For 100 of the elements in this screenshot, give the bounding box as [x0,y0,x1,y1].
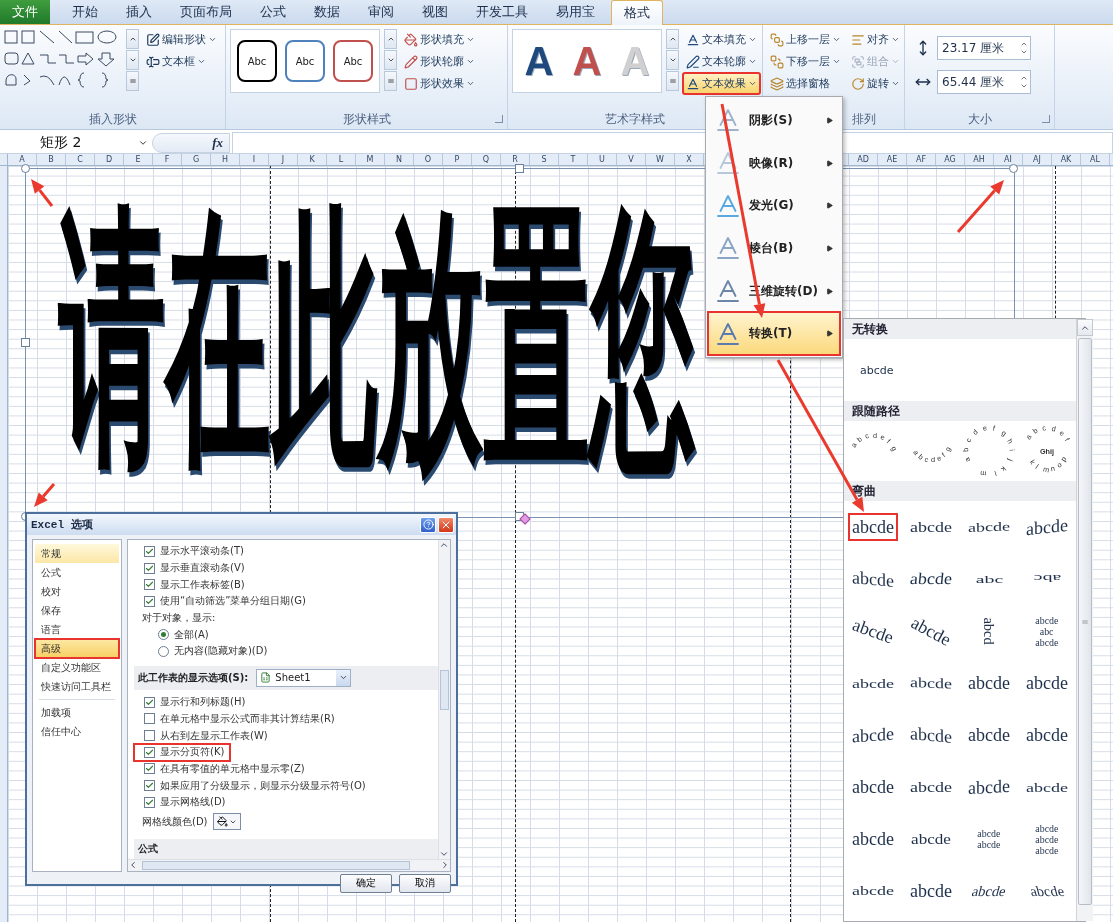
menu-item[interactable]: 转换(T) [708,312,840,356]
transform-option[interactable]: abcde [965,774,1013,800]
category-item[interactable]: 自定义功能区 [35,658,119,677]
shape-style-swatch[interactable]: Abc [333,40,373,82]
arrange-button[interactable]: 下移一层 [767,51,844,72]
transform-option[interactable]: abcde abcde abcde [1031,818,1063,860]
category-item[interactable]: 加载项 [35,703,119,722]
transform-option[interactable]: abcd [969,618,1009,644]
ribbon-tab[interactable]: 审阅 [356,0,406,24]
text-box-button[interactable]: 文本框 [143,51,220,72]
width-field[interactable]: 65.44 厘米 [937,70,1031,94]
transform-option[interactable]: abcde [849,670,897,696]
shape-style-swatch[interactable]: Abc [285,40,325,82]
scrollbar-thumb[interactable] [440,670,449,710]
checkbox[interactable] [144,796,155,808]
transform-option[interactable]: abcde [849,514,897,540]
menu-item[interactable]: 发光(G) [708,184,840,227]
checkbox[interactable] [144,746,155,758]
shape-format-button[interactable]: 形状填充 [401,29,478,50]
transform-option[interactable]: abcde [849,566,897,592]
category-item[interactable]: 公式 [35,563,119,582]
name-box[interactable]: 矩形 2 [0,132,152,153]
resize-handle[interactable] [515,164,524,173]
checkbox[interactable] [144,545,155,557]
gallery-more-button[interactable] [666,71,679,91]
transform-option[interactable]: abcde [856,361,898,379]
radio-button[interactable] [158,629,169,641]
cancel-button[interactable]: 取消 [399,873,451,893]
checkbox[interactable] [144,579,155,591]
ribbon-tab[interactable]: 公式 [248,0,298,24]
ribbon-tab[interactable]: 页面布局 [168,0,244,24]
radio-button[interactable] [158,645,169,657]
ribbon-tab[interactable]: 视图 [410,0,460,24]
scrollbar[interactable] [438,540,450,859]
checkbox[interactable] [144,730,155,742]
category-item[interactable]: 信任中心 [35,722,119,741]
resize-handle[interactable] [21,338,30,347]
category-item[interactable]: 保存 [35,601,119,620]
transform-option[interactable]: abcde [849,878,897,904]
menu-item[interactable]: 阴影(S) [708,99,840,142]
arrange-button[interactable]: 旋转 [848,73,903,94]
transform-option[interactable]: abcde [965,514,1013,540]
transform-option[interactable]: abcde [907,618,955,644]
transform-option[interactable]: abcde [965,878,1013,904]
shape-format-button[interactable]: 形状轮廓 [401,51,478,72]
transform-option[interactable]: abcde [1023,670,1071,696]
edit-shape-button[interactable]: 编辑形状 [143,29,220,50]
ribbon-tab[interactable]: 插入 [114,0,164,24]
transform-option[interactable]: abcde [907,826,955,852]
arrange-button[interactable]: 上移一层 [767,29,844,50]
text-format-button[interactable]: 文本填充 [683,29,760,50]
scrollbar-thumb[interactable] [142,860,410,870]
category-item[interactable]: 校对 [35,582,119,601]
sheet-select[interactable]: Sheet1 [256,668,352,687]
ribbon-tab[interactable]: 数据 [302,0,352,24]
transform-option[interactable]: abcde [907,722,955,748]
checkbox[interactable] [144,763,155,775]
transform-option[interactable]: abcde [849,618,897,644]
transform-option[interactable]: abcde [907,514,955,540]
category-item[interactable]: 常规 [35,544,119,563]
close-button[interactable] [438,516,454,533]
text-format-button[interactable]: 文本效果 [683,73,760,94]
ribbon-tab[interactable]: 易用宝 [544,0,607,24]
transform-option[interactable]: abcde [965,670,1013,696]
transform-option[interactable]: abcde [1023,722,1071,748]
color-picker-button[interactable] [212,813,241,831]
transform-option[interactable]: abcde abcde [973,824,1005,854]
checkbox[interactable] [144,595,155,607]
category-item[interactable]: 语言 [35,620,119,639]
resize-handle[interactable] [1009,164,1018,173]
transform-option[interactable]: abcde [907,774,955,800]
transform-option[interactable]: abcde abc abcde [1031,610,1063,652]
gallery-more-button[interactable] [384,71,397,91]
gallery-more-button[interactable] [126,71,139,91]
arrange-button[interactable]: 对齐 [848,29,903,50]
scrollbar-thumb[interactable] [1078,338,1092,905]
transform-option[interactable]: abc [1031,566,1063,592]
transform-option[interactable]: abcde [965,722,1013,748]
transform-option[interactable]: abcde [907,878,955,904]
shape-format-button[interactable]: 形状效果 [401,73,478,94]
insert-function-button[interactable]: fx [212,134,223,151]
transform-option[interactable]: abcde [849,826,897,852]
ribbon-tab[interactable]: 开始 [60,0,110,24]
menu-item[interactable]: 映像(R) [708,141,840,185]
checkbox[interactable] [144,713,155,725]
transform-option[interactable]: abcde [1023,774,1071,800]
height-field[interactable]: 23.17 厘米 [937,36,1031,60]
text-format-button[interactable]: 文本轮廓 [683,51,760,72]
transform-option[interactable]: abc [973,566,1005,592]
checkbox[interactable] [144,562,155,574]
checkbox[interactable] [144,696,155,708]
transform-option[interactable]: abcde [1023,514,1071,540]
ok-button[interactable]: 确定 [340,873,392,893]
arrange-button[interactable]: 选择窗格 [767,73,844,94]
ribbon-tab[interactable]: 开发工具 [464,0,540,24]
adjust-handle[interactable] [519,513,531,525]
resize-handle[interactable] [21,164,30,173]
transform-option[interactable]: abcde [907,566,955,592]
ribbon-tab[interactable]: 格式 [611,0,663,25]
transform-option[interactable]: abcde [907,670,955,696]
